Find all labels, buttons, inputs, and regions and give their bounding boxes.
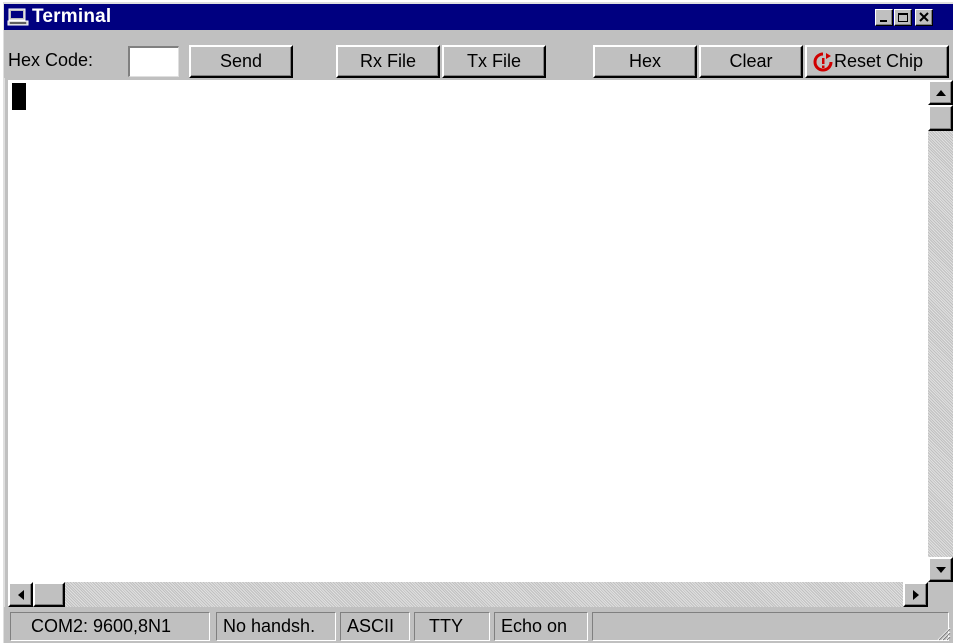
reset-chip-icon	[813, 52, 833, 72]
status-echo: Echo on	[494, 612, 588, 641]
horizontal-scrollbar[interactable]	[8, 582, 928, 607]
close-button[interactable]	[915, 9, 933, 26]
hex-code-input[interactable]	[128, 46, 179, 77]
resize-grip-icon[interactable]	[935, 625, 951, 641]
tx-file-button[interactable]: Tx File	[442, 45, 546, 78]
status-port: COM2: 9600,8N1	[10, 612, 210, 641]
scroll-left-button[interactable]	[8, 582, 33, 607]
reset-chip-button-label: Reset Chip	[834, 51, 924, 71]
status-mode: ASCII	[340, 612, 410, 641]
status-emulation: TTY	[414, 612, 490, 641]
hex-button[interactable]: Hex	[593, 45, 697, 78]
scrollbar-corner	[928, 582, 953, 607]
terminal-computer-icon	[7, 8, 29, 26]
hex-code-label: Hex Code:	[8, 50, 94, 70]
horizontal-scroll-thumb[interactable]	[33, 582, 65, 607]
reset-chip-button[interactable]: Reset Chip	[805, 45, 949, 78]
send-button[interactable]: Send	[189, 45, 293, 78]
vertical-scrollbar[interactable]	[928, 80, 953, 582]
terminal-output-area[interactable]	[8, 80, 928, 582]
window-title: Terminal	[32, 6, 112, 27]
scroll-right-button[interactable]	[903, 582, 928, 607]
status-bar: COM2: 9600,8N1 No handsh. ASCII TTY Echo…	[4, 607, 953, 643]
title-bar[interactable]: Terminal	[4, 4, 953, 30]
status-extra	[592, 612, 949, 641]
rx-file-button-label: Rx File	[359, 51, 416, 71]
rx-file-button[interactable]: Rx File	[336, 45, 440, 78]
maximize-button[interactable]	[894, 9, 912, 26]
scroll-down-button[interactable]	[928, 557, 953, 582]
hex-button-label: Hex	[628, 51, 661, 71]
send-button-label: Send	[219, 51, 263, 71]
scroll-up-button[interactable]	[928, 80, 953, 105]
vertical-scroll-thumb[interactable]	[928, 105, 953, 131]
text-cursor	[12, 83, 26, 110]
minimize-button[interactable]	[875, 9, 893, 26]
clear-button[interactable]: Clear	[699, 45, 803, 78]
status-handshake: No handsh.	[216, 612, 336, 641]
tx-file-button-label: Tx File	[467, 51, 521, 71]
clear-button-label: Clear	[729, 51, 773, 71]
toolbar: Hex Code: Send Rx File Tx File Hex Clear…	[4, 30, 953, 78]
